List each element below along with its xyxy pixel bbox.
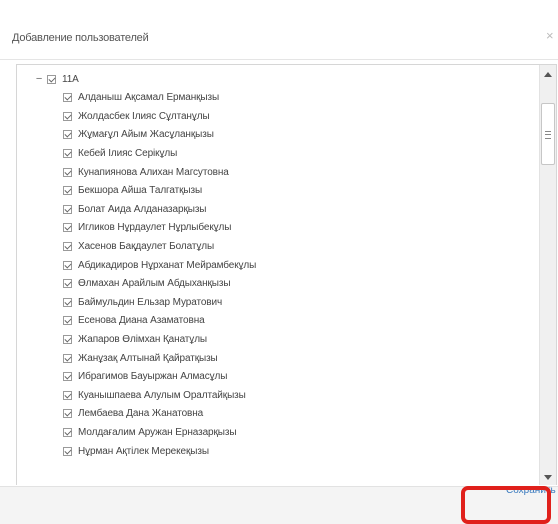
- student-name: Игликов Нұрдаулет Нұрлыбекұлы: [78, 222, 232, 234]
- tree-item-row[interactable]: Кебей Ілияс Серікұлы: [63, 144, 177, 162]
- student-checkbox[interactable]: [63, 316, 72, 326]
- student-checkbox[interactable]: [63, 279, 72, 289]
- student-checkbox[interactable]: [63, 390, 72, 400]
- tree-item-row[interactable]: Хасенов Бақдаулет Болатұлы: [63, 237, 214, 255]
- student-name: Болат Аида Алданазарқызы: [78, 203, 207, 215]
- tree-item-row[interactable]: Абдикадиров Нұрханат Мейрамбекұлы: [63, 256, 256, 274]
- student-name: Жолдасбек Ілияс Сұлтанұлы: [78, 110, 210, 122]
- group-checkbox[interactable]: [47, 74, 56, 84]
- tree-item-row[interactable]: Молдағалим Аружан Ерназарқызы: [63, 423, 237, 441]
- dialog-header: Добавление пользователей ×: [0, 0, 558, 60]
- tree-item-row[interactable]: Кунапиянова Алихан Магсутовна: [63, 163, 229, 181]
- dialog-footer: [0, 486, 558, 524]
- student-name: Жұмағұл Айым Жасұланқызы: [78, 129, 214, 141]
- student-name: Баймульдин Ельзар Муратович: [78, 296, 223, 308]
- student-checkbox[interactable]: [63, 260, 72, 270]
- close-icon[interactable]: ×: [546, 29, 554, 42]
- tree-item-row[interactable]: Өлмахан Арайлым Абдыханқызы: [63, 275, 231, 293]
- student-checkbox[interactable]: [63, 167, 72, 177]
- tree-item-row[interactable]: Ибрагимов Бауыржан Алмасұлы: [63, 368, 227, 386]
- student-checkbox[interactable]: [63, 372, 72, 382]
- grip-icon: [545, 131, 551, 139]
- student-name: Лембаева Дана Жанатовна: [78, 408, 204, 420]
- save-button[interactable]: Сохранить: [506, 485, 556, 496]
- dialog-title: Добавление пользователей: [12, 32, 149, 44]
- student-name: Ибрагимов Бауыржан Алмасұлы: [78, 371, 228, 383]
- student-name: Куанышпаева Алулым Оралтайқызы: [78, 389, 246, 401]
- student-name: Кебей Ілияс Серікұлы: [78, 147, 178, 159]
- student-checkbox[interactable]: [63, 241, 72, 251]
- student-name: Бекшора Айша Талгатқызы: [78, 185, 203, 197]
- scroll-up-arrow-icon[interactable]: [540, 65, 556, 82]
- tree-item-row[interactable]: Жапаров Өлімхан Қанатұлы: [63, 330, 207, 348]
- tree-item-row[interactable]: Бекшора Айша Талгатқызы: [63, 182, 202, 200]
- student-checkbox[interactable]: [63, 186, 72, 196]
- student-checkbox[interactable]: [63, 223, 72, 233]
- student-checkbox[interactable]: [63, 353, 72, 363]
- student-name: Молдағалим Аружан Ерназарқызы: [78, 426, 237, 438]
- student-checkbox[interactable]: [63, 334, 72, 344]
- student-name: Алданыш Ақсамал Ерманқызы: [78, 92, 220, 104]
- student-checkbox[interactable]: [63, 93, 72, 103]
- student-checkbox[interactable]: [63, 446, 72, 456]
- group-label: 11А: [62, 73, 79, 85]
- tree-item-row[interactable]: Баймульдин Ельзар Муратович: [63, 293, 222, 311]
- scrollbar-thumb[interactable]: [541, 103, 555, 165]
- student-checkbox[interactable]: [63, 427, 72, 437]
- user-tree-list: − 11А Алданыш Ақсамал Ерманқызы Жолдасбек І…: [16, 64, 557, 485]
- student-name: Нұрман Ақтілек Мерекеқызы: [78, 445, 209, 457]
- tree-item-row[interactable]: Алданыш Ақсамал Ерманқызы: [63, 89, 219, 107]
- tree-item-row[interactable]: Жанұзақ Алтынай Қайратқызы: [63, 349, 218, 367]
- student-checkbox[interactable]: [63, 130, 72, 140]
- vertical-scrollbar[interactable]: [539, 65, 556, 485]
- student-name: Есенова Диана Азаматовна: [78, 315, 205, 327]
- tree-item-row[interactable]: Жұмағұл Айым Жасұланқызы: [63, 126, 214, 144]
- tree-item-row[interactable]: Куанышпаева Алулым Оралтайқызы: [63, 386, 246, 404]
- tree-group-row[interactable]: − 11А: [34, 70, 79, 88]
- collapse-icon[interactable]: −: [34, 73, 44, 85]
- tree-item-row[interactable]: Игликов Нұрдаулет Нұрлыбекұлы: [63, 219, 231, 237]
- tree-item-row[interactable]: Болат Аида Алданазарқызы: [63, 200, 206, 218]
- student-name: Кунапиянова Алихан Магсутовна: [78, 166, 229, 178]
- student-checkbox[interactable]: [63, 409, 72, 419]
- student-checkbox[interactable]: [63, 111, 72, 121]
- tree-item-row[interactable]: Лембаева Дана Жанатовна: [63, 405, 203, 423]
- student-checkbox[interactable]: [63, 297, 72, 307]
- student-name: Өлмахан Арайлым Абдыханқызы: [78, 278, 231, 290]
- tree-item-row[interactable]: Нұрман Ақтілек Мерекеқызы: [63, 442, 209, 460]
- student-name: Жанұзақ Алтынай Қайратқызы: [78, 352, 218, 364]
- student-name: Хасенов Бақдаулет Болатұлы: [78, 240, 215, 252]
- tree-item-row[interactable]: Есенова Диана Азаматовна: [63, 312, 205, 330]
- tree-item-row[interactable]: Жолдасбек Ілияс Сұлтанұлы: [63, 107, 210, 125]
- student-name: Абдикадиров Нұрханат Мейрамбекұлы: [78, 259, 257, 271]
- student-name: Жапаров Өлімхан Қанатұлы: [78, 333, 208, 345]
- dialog-body: − 11А Алданыш Ақсамал Ерманқызы Жолдасбек І…: [0, 61, 558, 486]
- student-checkbox[interactable]: [63, 148, 72, 158]
- scroll-down-arrow-icon[interactable]: [540, 469, 556, 485]
- student-checkbox[interactable]: [63, 204, 72, 214]
- add-users-dialog: Добавление пользователей × − 11А Алданыш А…: [0, 0, 558, 524]
